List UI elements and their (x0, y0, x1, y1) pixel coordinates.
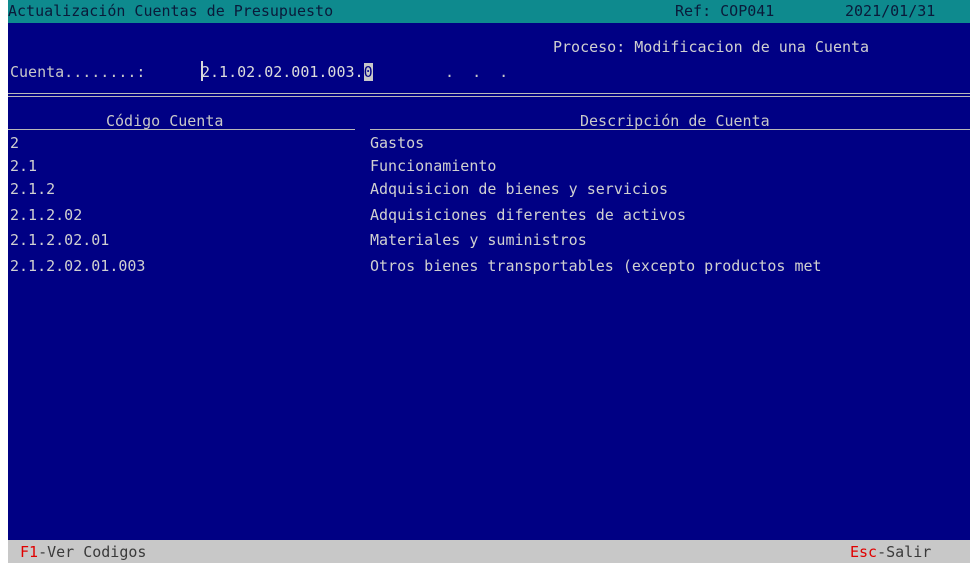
separator-line-bottom (8, 96, 970, 97)
column-header-code: Código Cuenta (106, 112, 224, 130)
main-panel: Proceso: Modificacion de una Cuenta Cuen… (8, 23, 970, 540)
row-code: 2.1.2 (10, 180, 56, 198)
f1-key: F1 (20, 543, 39, 561)
date-display: 2021/01/31 (845, 2, 936, 20)
separator-line-top (8, 93, 970, 94)
row-description: Gastos (370, 134, 425, 152)
esc-key: Esc (850, 543, 878, 561)
esc-shortcut[interactable]: Esc-Salir (850, 543, 931, 561)
row-code: 2.1 (10, 157, 38, 175)
row-code: 2.1.2.02.01.003 (10, 257, 146, 275)
status-bar: F1-Ver Codigos Esc-Salir (8, 540, 970, 563)
account-remaining-segments: . . . (445, 63, 509, 81)
account-value-prefix: 2.1.02.02.001.003. (201, 63, 364, 81)
f1-shortcut[interactable]: F1-Ver Codigos (20, 543, 146, 561)
row-code: 2.1.2.02 (10, 206, 83, 224)
account-current-segment[interactable]: 0 (363, 63, 373, 81)
terminal-screen: Actualización Cuentas de Presupuesto Ref… (0, 0, 970, 563)
title-bar: Actualización Cuentas de Presupuesto Ref… (8, 0, 970, 23)
window-title: Actualización Cuentas de Presupuesto (8, 2, 334, 20)
row-description: Materiales y suministros (370, 231, 587, 249)
row-code: 2.1.2.02.01 (10, 231, 110, 249)
row-description: Funcionamiento (370, 157, 497, 175)
account-input[interactable]: 2.1.02.02.001.003.0 (201, 63, 373, 81)
row-code: 2 (10, 134, 20, 152)
column-underline-description (370, 129, 970, 130)
account-label: Cuenta........: (10, 63, 146, 81)
row-description: Adquisiciones diferentes de activos (370, 206, 687, 224)
column-header-description: Descripción de Cuenta (580, 112, 770, 130)
f1-label: -Ver Codigos (38, 543, 147, 561)
process-description: Proceso: Modificacion de una Cuenta (553, 38, 870, 56)
esc-label: -Salir (877, 543, 932, 561)
row-description: Otros bienes transportables (excepto pro… (370, 257, 822, 275)
reference-code: Ref: COP041 (675, 2, 775, 20)
text-cursor (201, 61, 203, 81)
column-underline-code (8, 129, 355, 130)
row-description: Adquisicion de bienes y servicios (370, 180, 669, 198)
